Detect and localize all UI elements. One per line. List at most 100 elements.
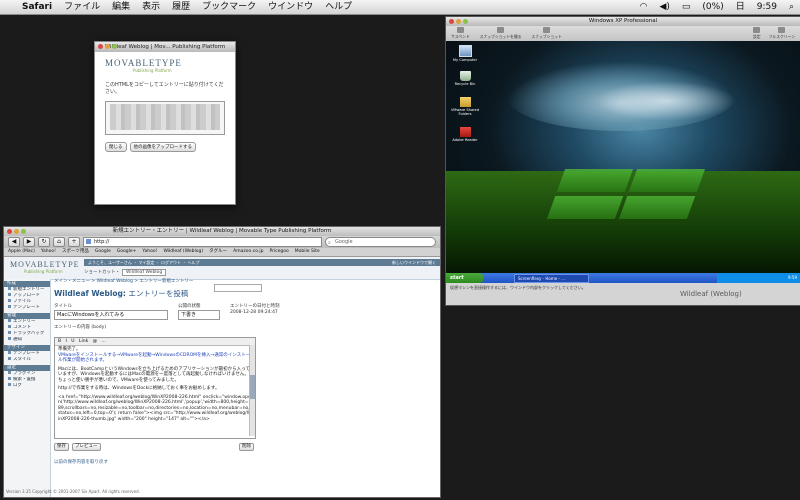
menubar-clock[interactable]: 9:59: [751, 0, 783, 14]
entry-title-input[interactable]: MacにWindowsを入れてみる: [54, 310, 168, 320]
settings-button[interactable]: 設定: [753, 27, 761, 40]
menu-help[interactable]: ヘルプ: [319, 0, 358, 14]
bookmark-add-icon[interactable]: +: [68, 237, 80, 247]
mt-logo-text: MOVABLETYPE: [10, 260, 80, 269]
close-icon[interactable]: [449, 19, 454, 24]
menu-app-name[interactable]: Safari: [16, 0, 58, 14]
home-icon[interactable]: ⌂: [53, 237, 65, 247]
bookmark-item[interactable]: Apple (Mac): [8, 248, 35, 256]
menu-window[interactable]: ウインドウ: [262, 0, 319, 14]
minimize-icon[interactable]: [14, 229, 19, 234]
forward-icon[interactable]: ▶: [23, 237, 35, 247]
body-label: エントリーの内容 (body): [54, 325, 107, 330]
wifi-icon[interactable]: ◠: [634, 0, 654, 14]
search-field[interactable]: ⌕ Google: [325, 237, 436, 247]
menu-history[interactable]: 履歴: [166, 0, 196, 14]
entry-body-text[interactable]: 準備完了。 VMwareをインストールする→VMwareを起動→Windowsの…: [55, 346, 255, 423]
my-computer-icon[interactable]: My Computer: [450, 45, 480, 62]
popup-description: このHTMLをコピーしてエントリーに貼り付けてください。: [105, 82, 224, 95]
blog-selector: ショートカット・ Wildleaf Weblog: [84, 269, 167, 276]
movabletype-logo: MOVABLETYPE: [105, 58, 182, 68]
windows-xp-desktop[interactable]: My Computer Recycle Bin VMware Shared Fo…: [446, 41, 800, 273]
bookmarks-bar: Apple (Mac) Yahoo! スポーツ用品 Google Google+…: [4, 248, 440, 257]
body-line: VMwareをインストールする→VMwareを起動→WindowsのCDROMを…: [58, 352, 251, 364]
editor-toolbar[interactable]: B I U Link @ ...: [55, 338, 255, 346]
mt-nav-right[interactable]: 新しいウインドウで開く: [392, 259, 436, 266]
fullscreen-button[interactable]: フルスクリーン: [769, 27, 795, 40]
mt-nav-links[interactable]: ようこそ、ユーザーさん ・ マイ設定 ・ ログアウト ・ ヘルプ: [88, 260, 200, 265]
reload-icon[interactable]: ↻: [38, 237, 50, 247]
snapshot-take-button[interactable]: スナップショットを撮る: [480, 27, 521, 40]
suspend-button[interactable]: サスペンド: [451, 27, 470, 40]
preview-button[interactable]: プレビュー: [72, 443, 101, 451]
close-icon[interactable]: [7, 229, 12, 234]
start-button[interactable]: start: [446, 273, 484, 283]
battery-icon[interactable]: ▭: [676, 0, 697, 14]
zoom-icon[interactable]: [463, 19, 468, 24]
menu-edit[interactable]: 編集: [106, 0, 136, 14]
upload-another-button[interactable]: 他の画像をアップロードする: [129, 142, 196, 152]
menu-bar: Safari ファイル 編集 表示 履歴 ブックマーク ウインドウ ヘルプ ◠ …: [0, 0, 800, 15]
page-search-input[interactable]: [214, 284, 262, 292]
search-placeholder: Google: [335, 239, 353, 245]
mt-logo-sub: Publishing Platform: [24, 269, 63, 274]
entry-body-editor[interactable]: B I U Link @ ... 準備完了。 VMwareをインストールする→V…: [54, 337, 256, 439]
zoom-icon[interactable]: [21, 229, 26, 234]
snapshot-icon: [543, 27, 551, 33]
menu-file[interactable]: ファイル: [58, 0, 106, 14]
snapshot-button[interactable]: スナップショット: [531, 27, 562, 40]
vmware-titlebar[interactable]: Windows XP Professional: [446, 17, 800, 26]
blog-select[interactable]: Wildleaf Weblog: [122, 269, 167, 276]
vmware-shared-folders-icon[interactable]: VMware Shared Folders: [450, 97, 480, 116]
bookmark-item[interactable]: Wildleaf (Weblog): [163, 248, 203, 256]
minimize-icon[interactable]: [105, 44, 110, 49]
desktop-icon-label: Recycle Bin: [454, 82, 476, 86]
adobe-reader-icon[interactable]: Adobe Reader: [450, 127, 480, 142]
page-title-text: エントリーを投稿: [128, 289, 189, 298]
editor-scrollbar[interactable]: [249, 345, 255, 436]
search-icon: ⌕: [328, 240, 331, 246]
status-select[interactable]: 下書き: [178, 310, 220, 320]
mt-main-content: メイン・メニュー > Wildleaf Weblog > エントリー新規エントリ…: [54, 279, 438, 497]
back-icon[interactable]: ◀: [8, 237, 20, 247]
minimize-icon[interactable]: [456, 19, 461, 24]
bookmark-item[interactable]: Pricegoo: [269, 248, 288, 256]
sidebar-item[interactable]: テンプレート: [4, 305, 50, 311]
bookmark-item[interactable]: Yahoo!: [142, 248, 157, 256]
volume-icon[interactable]: ◀): [653, 0, 675, 14]
bookmark-item[interactable]: Google: [95, 248, 111, 256]
bookmark-item[interactable]: スポーツ用品: [62, 248, 89, 256]
safari-window: 新規エントリー・エントリー | Wildleaf Weblog | Movabl…: [3, 226, 441, 498]
menubar-date[interactable]: 日: [730, 0, 751, 14]
delete-button[interactable]: 削除: [239, 443, 254, 451]
safari-titlebar[interactable]: 新規エントリー・エントリー | Wildleaf Weblog | Movabl…: [4, 227, 440, 236]
close-button[interactable]: 閉じる: [105, 142, 127, 152]
zoom-icon[interactable]: [112, 44, 117, 49]
sidebar-item[interactable]: ログ: [4, 383, 50, 389]
watermark-text: Wildleaf (Weblog): [680, 290, 742, 298]
bookmark-item[interactable]: Yahoo!: [41, 248, 56, 256]
save-button[interactable]: 保存: [54, 443, 69, 451]
bookmark-item[interactable]: Amazon.co.jp: [233, 248, 263, 256]
entry-date-value[interactable]: 2008-12-28 09:24:47: [230, 310, 280, 316]
fullscreen-icon: [778, 27, 786, 33]
snapshot-label: スナップショット: [531, 34, 562, 39]
menu-view[interactable]: 表示: [136, 0, 166, 14]
address-bar[interactable]: http://: [83, 237, 322, 247]
spotlight-icon[interactable]: ⌕: [783, 0, 800, 14]
restore-link[interactable]: 以前の保存内容を取り戻す: [54, 459, 438, 465]
bookmark-item[interactable]: タグルー: [209, 248, 227, 256]
close-icon[interactable]: [98, 44, 103, 49]
sidebar-item[interactable]: 通知: [4, 337, 50, 343]
sidebar-item[interactable]: スタイル: [4, 357, 50, 363]
system-tray-clock[interactable]: 9:59: [717, 273, 800, 283]
bookmark-item[interactable]: Google+: [117, 248, 137, 256]
menu-bookmarks[interactable]: ブックマーク: [196, 0, 262, 14]
recycle-bin-icon[interactable]: Recycle Bin: [450, 71, 480, 86]
html-code-textarea[interactable]: [105, 101, 225, 135]
settings-label: 設定: [753, 34, 761, 39]
mt-logo[interactable]: MOVABLETYPE Publishing Platform: [10, 260, 80, 274]
bookmark-item[interactable]: Mobile Site: [295, 248, 320, 256]
taskbar-app-button[interactable]: Screenflexy - Home - ...: [514, 273, 589, 283]
popup-titlebar[interactable]: Wildleaf Weblog | Mov... Publishing Plat…: [95, 42, 235, 52]
